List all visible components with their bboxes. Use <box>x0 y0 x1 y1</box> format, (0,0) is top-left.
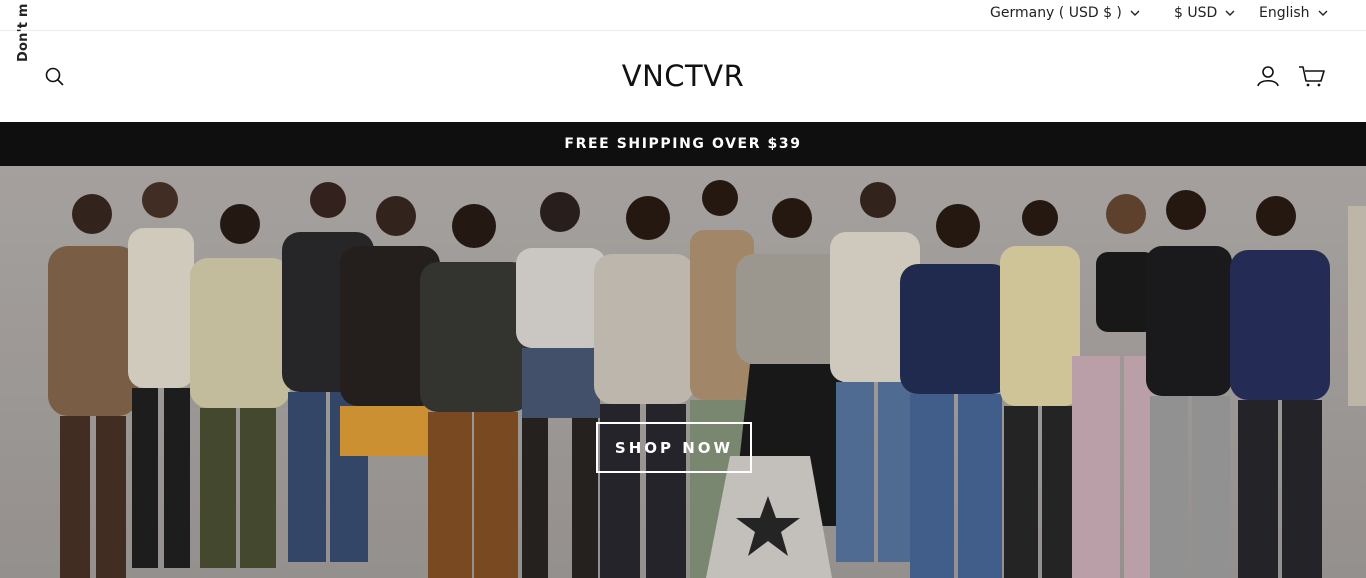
currency-selector[interactable]: $ USD <box>1174 5 1235 21</box>
country-selector-label: Germany ( USD $ ) <box>990 5 1122 21</box>
cart-button[interactable] <box>1298 64 1326 88</box>
currency-selector-label: $ USD <box>1174 5 1218 21</box>
language-selector-label: English <box>1259 5 1310 21</box>
hero-overlay <box>0 166 1366 578</box>
site-header: VNCTVR <box>0 32 1366 122</box>
announcement-bar: FREE SHIPPING OVER $39 <box>0 122 1366 166</box>
country-selector[interactable]: Germany ( USD $ ) <box>990 5 1140 21</box>
top-bar: Don't m Germany ( USD $ ) $ USD English <box>0 0 1366 62</box>
chevron-down-icon <box>1225 10 1235 16</box>
account-button[interactable] <box>1256 64 1280 88</box>
site-logo[interactable]: VNCTVR <box>0 59 1366 93</box>
hero-banner: SHOP NOW <box>0 166 1366 578</box>
cart-icon <box>1299 66 1325 87</box>
chevron-down-icon <box>1318 10 1328 16</box>
shop-now-button[interactable]: SHOP NOW <box>596 422 752 473</box>
chevron-down-icon <box>1130 10 1140 16</box>
account-icon <box>1257 66 1279 87</box>
language-selector[interactable]: English <box>1259 5 1328 21</box>
